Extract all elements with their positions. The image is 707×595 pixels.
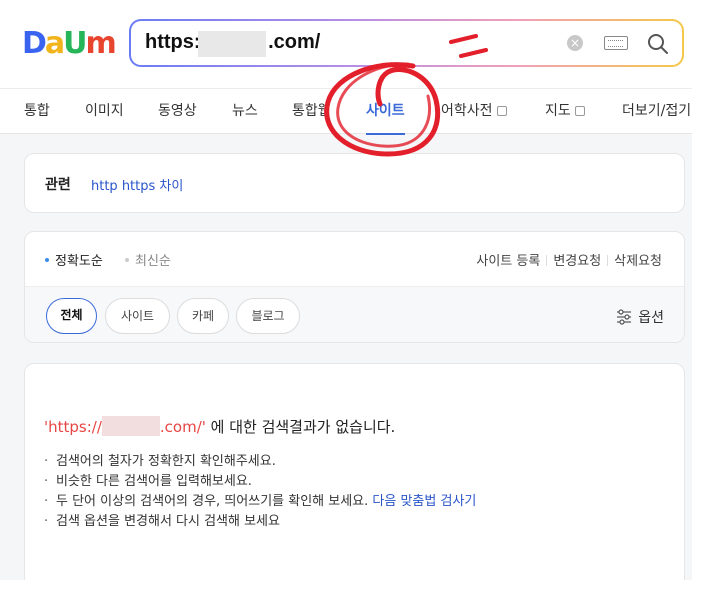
logo-letter-m: m (85, 26, 117, 61)
tip-text: 두 단어 이상의 검색어의 경우, 띄어쓰기를 확인해 보세요. (56, 494, 369, 509)
filter-chip-blog[interactable]: 블로그 (236, 298, 300, 334)
related-title: 관련 (45, 177, 71, 193)
tab-label: 뉴스 (232, 103, 258, 119)
tab-video[interactable]: 동영상 (158, 89, 197, 134)
daum-logo[interactable]: DaUm (22, 26, 117, 62)
active-dot-icon (45, 258, 49, 262)
sort-filter-card: 정확도순 최신순 사이트 등록 변경요청 삭제요청 전체 사이트 카페 블로그 옵션 (24, 231, 685, 343)
filter-bar: 전체 사이트 카페 블로그 옵션 (25, 286, 684, 342)
redacted-region (198, 31, 266, 57)
related-card: 관련 http https 차이 (24, 153, 685, 213)
list-item: · 두 단어 이상의 검색어의 경우, 띄어쓰기를 확인해 보세요. 다음 맞춤법… (44, 492, 476, 512)
tips-list: · 검색어의 철자가 정확한지 확인해주세요. · 비슷한 다른 검색어를 입력해보… (44, 452, 476, 532)
no-result-text: 에 대한 검색결과가 없습니다. (205, 418, 396, 436)
sliders-icon (617, 309, 632, 325)
tab-label: 지도 (545, 103, 571, 119)
tab-news[interactable]: 뉴스 (232, 89, 258, 134)
search-inner: https:/ .com/ × (131, 21, 682, 65)
search-value-suffix: .com/ (268, 31, 321, 53)
no-result-card: 'https:// .com/' 에 대한 검색결과가 없습니다. · 검색어의 철… (24, 363, 685, 580)
tab-label: 더보기/접기 (622, 103, 692, 119)
options-label: 옵션 (638, 310, 664, 326)
sort-latest-label: 최신순 (135, 254, 171, 269)
no-result-message: 'https:// .com/' 에 대한 검색결과가 없습니다. (44, 416, 395, 437)
divider (546, 255, 548, 266)
inactive-dot-icon (125, 258, 129, 262)
logo-letter-d: D (22, 26, 47, 61)
tip-text: 검색어의 철자가 정확한지 확인해주세요. (56, 454, 276, 469)
tab-map[interactable]: 지도 (545, 89, 585, 134)
window-edge (0, 580, 707, 595)
divider (607, 255, 609, 266)
query-prefix: 'https:// (44, 418, 102, 436)
sort-bar: 정확도순 최신순 사이트 등록 변경요청 삭제요청 (25, 232, 684, 286)
related-keyword-link[interactable]: http https 차이 (91, 175, 183, 194)
tip-text: 검색 옵션을 변경해서 다시 검색해 보세요 (56, 514, 280, 529)
tab-more[interactable]: 더보기/접기⌄ (622, 89, 693, 134)
list-item: · 검색 옵션을 변경해서 다시 검색해 보세요 (44, 512, 476, 532)
site-register-link[interactable]: 사이트 등록 (476, 254, 540, 269)
keyboard-icon[interactable] (604, 36, 628, 50)
clear-icon[interactable]: × (567, 35, 583, 51)
tab-dictionary[interactable]: 어학사전 (441, 89, 507, 134)
search-value-prefix: https:/ (145, 31, 207, 53)
header: DaUm https:/ .com/ × (0, 0, 693, 88)
bullet: · (44, 474, 49, 489)
tab-site[interactable]: 사이트 (366, 89, 405, 135)
tab-label: 어학사전 (441, 103, 493, 119)
tab-label: 통합 (24, 103, 50, 119)
sort-latest[interactable]: 최신순 (125, 250, 171, 269)
site-links: 사이트 등록 변경요청 삭제요청 (476, 250, 662, 269)
sort-accuracy-label: 정확도순 (55, 254, 103, 269)
tab-label: 동영상 (158, 103, 197, 119)
filter-chip-site[interactable]: 사이트 (105, 298, 170, 334)
search-tabs: 통합 이미지 동영상 뉴스 통합웹 사이트 어학사전 지도 더보기/접기⌄ (0, 88, 693, 135)
search-box: https:/ .com/ × (129, 19, 684, 67)
sort-accuracy[interactable]: 정확도순 (45, 250, 103, 269)
delete-request-link[interactable]: 삭제요청 (614, 254, 662, 269)
logo-letter-a: a (44, 26, 65, 61)
bullet: · (44, 514, 49, 529)
query-suffix: .com/' (159, 418, 206, 436)
tab-label: 사이트 (366, 103, 405, 119)
logo-letter-u: U (63, 26, 87, 61)
search-icon[interactable] (646, 32, 670, 56)
tab-all[interactable]: 통합 (24, 89, 50, 134)
external-link-icon (496, 106, 507, 116)
tip-text: 비슷한 다른 검색어를 입력해보세요. (56, 474, 252, 489)
bullet: · (44, 454, 49, 469)
tab-web[interactable]: 통합웹 (292, 89, 331, 134)
list-item: · 비슷한 다른 검색어를 입력해보세요. (44, 472, 476, 492)
change-request-link[interactable]: 변경요청 (553, 254, 601, 269)
window-edge (692, 0, 707, 595)
bullet: · (44, 494, 49, 509)
filter-chip-cafe[interactable]: 카페 (177, 298, 229, 334)
tab-label: 통합웹 (292, 103, 331, 119)
spell-checker-link[interactable]: 다음 맞춤법 검사기 (372, 494, 476, 509)
list-item: · 검색어의 철자가 정확한지 확인해주세요. (44, 452, 476, 472)
tab-image[interactable]: 이미지 (85, 89, 124, 134)
redacted-query (101, 416, 160, 436)
filter-chip-all[interactable]: 전체 (46, 298, 97, 334)
tab-label: 이미지 (85, 103, 124, 119)
options-button[interactable]: 옵션 (616, 307, 664, 327)
external-link-icon (574, 106, 585, 116)
page-frame: DaUm https:/ .com/ × 통합 이미지 동영상 뉴스 통합웹 사이… (0, 0, 693, 580)
